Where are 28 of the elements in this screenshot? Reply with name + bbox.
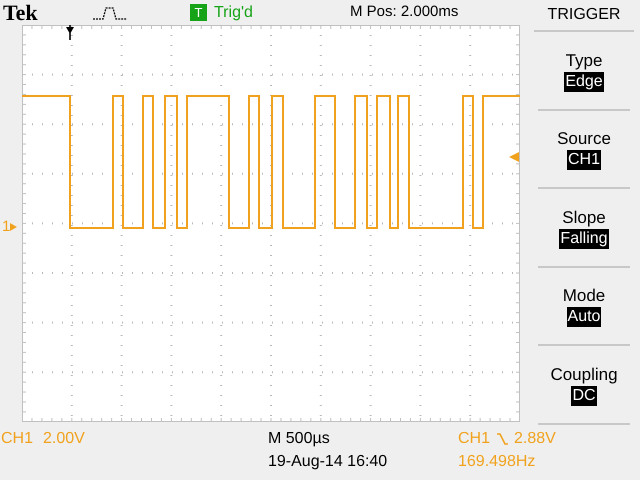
menu-title: TRIGGER: [548, 5, 620, 26]
menu-label: Type: [566, 50, 602, 71]
menu-label: Slope: [562, 206, 606, 228]
channel-label: CH1: [1, 429, 34, 449]
brand-logo: Tek: [3, 2, 39, 24]
menu-value[interactable]: Falling: [559, 228, 609, 249]
trigger-source: CH1: [458, 429, 490, 449]
trigger-status-badge: T: [190, 4, 207, 21]
date-time: 19-Aug-14 16:40: [268, 452, 388, 472]
trigger-level: 2.88V: [514, 429, 556, 449]
acquisition-state: Trig'd: [214, 2, 254, 22]
menu-value[interactable]: Edge: [564, 72, 604, 92]
channel-marker: 1: [2, 219, 10, 234]
frequency: 169.498Hz: [458, 452, 536, 472]
menu-value[interactable]: Auto: [566, 307, 602, 328]
horizontal-position: M Pos: 2.000ms: [350, 2, 458, 22]
menu-label: Mode: [562, 285, 606, 306]
channel-arrow-icon: [10, 222, 18, 230]
menu-value[interactable]: DC: [571, 386, 597, 406]
trigger-position-marker-icon: [66, 25, 74, 40]
menu-label: Coupling: [550, 364, 618, 385]
falling-slope-icon: [496, 432, 508, 446]
trigger-level-marker-icon: [509, 152, 519, 162]
volts-per-div: 2.00V: [43, 429, 85, 449]
menu-value[interactable]: CH1: [566, 150, 601, 170]
timebase: M 500µs: [268, 429, 331, 449]
pulse-icon: [93, 6, 129, 20]
menu-label: Source: [557, 128, 611, 150]
